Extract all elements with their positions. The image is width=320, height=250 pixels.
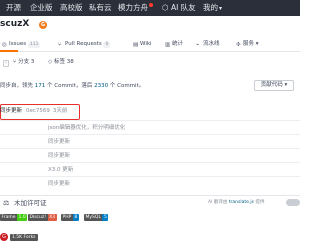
ahead-count[interactable]: 171	[35, 83, 46, 89]
chevron-down-icon: ▾	[219, 5, 223, 12]
behind-count[interactable]: 2330	[94, 83, 108, 89]
nav-ai-teammate[interactable]: ⬡ AI 队友	[162, 3, 196, 13]
tab-stats[interactable]: ▥ 统计	[165, 40, 183, 48]
file-commit-message[interactable]: 同步更新	[48, 180, 70, 188]
top-nav: 开源 企业版 高校版 私有云 模力方舟 ⬡ AI 队友 我的▾	[0, 0, 300, 16]
translate-link[interactable]: translate.js	[229, 200, 254, 205]
forks-count: 1.5K Forks	[10, 233, 38, 241]
file-commit-message[interactable]: X3.0 更新	[48, 166, 73, 174]
tab-services[interactable]: ✣ 服务 ▾	[236, 40, 259, 48]
file-commit-message[interactable]: json编辑器优化，积分明细优化	[48, 124, 125, 132]
commit-message[interactable]: 同步更新	[0, 108, 22, 114]
branch-selector[interactable]: ‹	[3, 58, 9, 67]
pull-request-icon: ⑂	[58, 42, 62, 48]
tab-pipeline[interactable]: ⌁ 流水线	[196, 40, 220, 48]
pipeline-icon: ⌁	[196, 42, 200, 48]
contribute-button[interactable]: 贡献代码 ▾	[254, 80, 294, 91]
license-bar: ⚖ 木加许可证 AI 翻译由 translate.js 提供	[0, 195, 300, 207]
tags-link[interactable]: ◇ 标签 38	[48, 58, 74, 66]
file-row[interactable]: 同步更新	[0, 176, 300, 190]
nav-private-cloud[interactable]: 私有云	[89, 3, 112, 13]
forks-badge[interactable]: G 1.5K Forks	[0, 232, 38, 242]
php-badge[interactable]: PHP 8	[61, 214, 79, 221]
active-tab-indicator	[0, 50, 18, 52]
license-label[interactable]: 木加许可证	[14, 199, 47, 207]
branch-tag-row: ‹ ⑂ 分支 3 ◇ 标签 38	[0, 58, 300, 68]
ai-icon: ⬡	[162, 3, 171, 12]
file-row[interactable]: X3.0 更新	[0, 162, 300, 176]
issues-count: 111	[27, 42, 41, 48]
nav-mine[interactable]: 我的▾	[203, 3, 222, 14]
chevron-left-icon: ‹	[3, 60, 9, 67]
translate-toggle[interactable]	[286, 199, 300, 206]
badge-row: Frame 1.0 Discuz! X3 PHP 8 MySQL 5	[0, 214, 300, 222]
stats-icon: ▥	[165, 42, 171, 48]
file-row[interactable]: json编辑器优化，积分明细优化	[0, 120, 300, 134]
nav-moli[interactable]: 模力方舟	[118, 3, 153, 13]
commit-hash[interactable]: 0ec7569	[26, 108, 50, 114]
gitee-logo-icon: G	[0, 233, 8, 241]
repo-title[interactable]: scuzX	[0, 19, 29, 29]
nav-enterprise[interactable]: 企业版	[30, 3, 53, 13]
mysql-badge[interactable]: MySQL 5	[84, 214, 109, 221]
file-commit-message[interactable]: 同步更新	[48, 152, 70, 160]
scale-icon: ⚖	[3, 199, 10, 207]
discuz-badge[interactable]: Discuz! X3	[28, 214, 57, 221]
wiki-icon: ▤	[133, 42, 139, 48]
pr-count: 0	[103, 42, 111, 48]
commit-time: 3天前	[52, 108, 68, 114]
file-row[interactable]: 同步更新	[0, 134, 300, 148]
nav-opensource[interactable]: 开源	[6, 3, 21, 13]
repo-tabs: ◎ Issues 111 ⑂ Pull Requests 0 ▤ Wiki ▥ 统计 ⌁…	[0, 38, 300, 52]
ai-translate-note: AI 翻译由 translate.js 提供	[208, 200, 265, 205]
chevron-down-icon: ▾	[255, 41, 259, 47]
chevron-down-icon: ▾	[284, 82, 288, 88]
tab-issues[interactable]: ◎ Issues 111	[2, 40, 41, 48]
frame-badge[interactable]: Frame 1.0	[0, 214, 28, 221]
tab-wiki[interactable]: ▤ Wiki	[133, 40, 152, 48]
repo-header: scuzX G	[0, 16, 300, 38]
notification-dot	[149, 3, 153, 7]
gvp-badge-icon: G	[39, 21, 47, 29]
file-commit-message[interactable]: 同步更新	[48, 138, 70, 146]
nav-university[interactable]: 高校版	[60, 3, 83, 13]
services-icon: ✣	[236, 42, 241, 48]
file-row[interactable]: 同步更新	[0, 148, 300, 162]
latest-commit[interactable]: 同步更新 0ec7569 3天前	[0, 107, 67, 115]
tab-pull-requests[interactable]: ⑂ Pull Requests 0	[58, 40, 111, 48]
issues-icon: ◎	[2, 42, 7, 48]
branches-link[interactable]: ⑂ 分支 3	[13, 58, 34, 66]
